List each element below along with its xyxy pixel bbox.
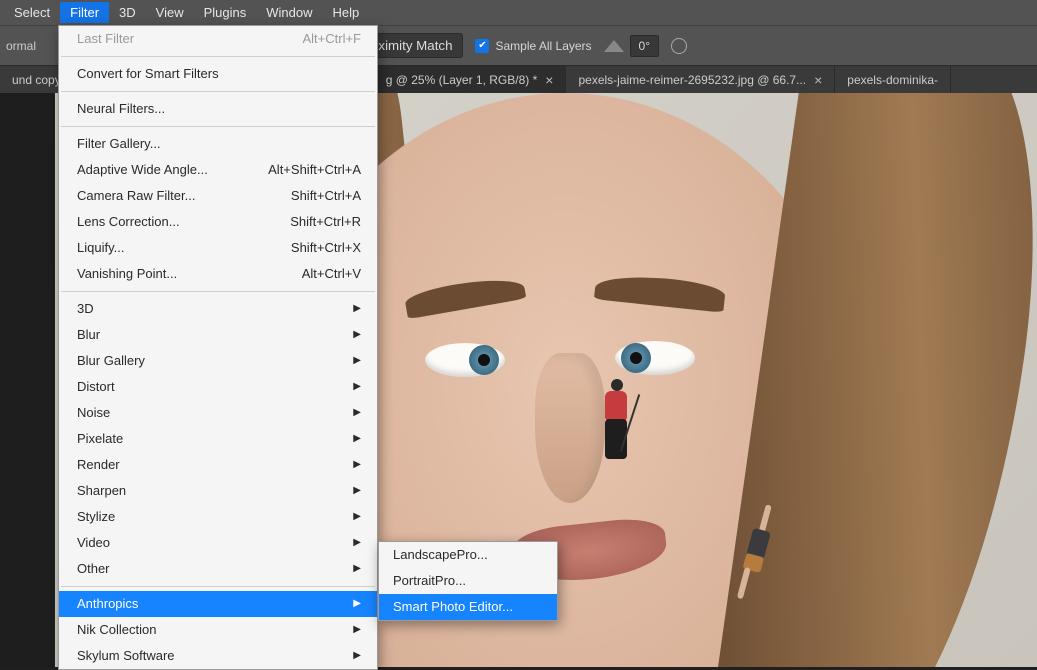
- angle-icon: [604, 40, 624, 52]
- tab-label: g @ 25% (Layer 1, RGB/8) *: [386, 73, 538, 87]
- sample-all-label: Sample All Layers: [495, 39, 591, 53]
- filter-menu: Last FilterAlt+Ctrl+F Convert for Smart …: [58, 25, 378, 670]
- chevron-right-icon: ▶: [353, 534, 361, 552]
- menu-item-stylize[interactable]: Stylize▶: [59, 504, 377, 530]
- submenu-item-landscapepro[interactable]: LandscapePro...: [379, 542, 557, 568]
- chevron-right-icon: ▶: [353, 508, 361, 526]
- chevron-right-icon: ▶: [353, 300, 361, 318]
- chevron-right-icon: ▶: [353, 404, 361, 422]
- menu-select[interactable]: Select: [4, 2, 60, 23]
- chevron-right-icon: ▶: [353, 647, 361, 665]
- anthropics-submenu: LandscapePro... PortraitPro... Smart Pho…: [378, 541, 558, 621]
- tab-3[interactable]: pexels-dominika-: [835, 66, 951, 93]
- chevron-right-icon: ▶: [353, 482, 361, 500]
- chevron-right-icon: ▶: [353, 430, 361, 448]
- check-icon: ✔: [475, 39, 489, 53]
- tab-2[interactable]: pexels-jaime-reimer-2695232.jpg @ 66.7..…: [566, 66, 835, 93]
- menu-item-vanishing-point[interactable]: Vanishing Point...Alt+Ctrl+V: [59, 261, 377, 287]
- submenu-item-smart-photo-editor[interactable]: Smart Photo Editor...: [379, 594, 557, 620]
- sample-all-layers-checkbox[interactable]: ✔ Sample All Layers: [475, 39, 591, 53]
- chevron-right-icon: ▶: [353, 595, 361, 613]
- tab-1[interactable]: g @ 25% (Layer 1, RGB/8) * ×: [374, 66, 567, 93]
- pressure-icon[interactable]: [671, 38, 687, 54]
- angle-value: 0°: [630, 35, 659, 57]
- menu-help[interactable]: Help: [323, 2, 370, 23]
- chevron-right-icon: ▶: [353, 378, 361, 396]
- close-icon[interactable]: ×: [814, 72, 822, 88]
- chevron-right-icon: ▶: [353, 352, 361, 370]
- menu-item-distort[interactable]: Distort▶: [59, 374, 377, 400]
- menu-3d[interactable]: 3D: [109, 2, 146, 23]
- menu-item-adaptive-wide-angle[interactable]: Adaptive Wide Angle...Alt+Shift+Ctrl+A: [59, 157, 377, 183]
- menu-item-camera-raw[interactable]: Camera Raw Filter...Shift+Ctrl+A: [59, 183, 377, 209]
- close-icon[interactable]: ×: [545, 72, 553, 88]
- menubar: Select Filter 3D View Plugins Window Hel…: [0, 0, 1037, 25]
- chevron-right-icon: ▶: [353, 621, 361, 639]
- menu-view[interactable]: View: [146, 2, 194, 23]
- menu-filter[interactable]: Filter: [60, 2, 109, 23]
- menu-window[interactable]: Window: [256, 2, 322, 23]
- menu-item-sharpen[interactable]: Sharpen▶: [59, 478, 377, 504]
- figure-climber-1: [595, 373, 637, 463]
- angle-control[interactable]: 0°: [604, 35, 659, 57]
- menu-item-noise[interactable]: Noise▶: [59, 400, 377, 426]
- tab-label: pexels-jaime-reimer-2695232.jpg @ 66.7..…: [578, 73, 806, 87]
- menu-item-other[interactable]: Other▶: [59, 556, 377, 582]
- menu-item-3d[interactable]: 3D▶: [59, 296, 377, 322]
- menu-item-video[interactable]: Video▶: [59, 530, 377, 556]
- menu-item-neural-filters[interactable]: Neural Filters...: [59, 96, 377, 122]
- menu-plugins[interactable]: Plugins: [194, 2, 257, 23]
- menu-item-nik-collection[interactable]: Nik Collection▶: [59, 617, 377, 643]
- tab-label: und copy: [12, 73, 61, 87]
- chevron-right-icon: ▶: [353, 560, 361, 578]
- menu-item-lens-correction[interactable]: Lens Correction...Shift+Ctrl+R: [59, 209, 377, 235]
- menu-item-last-filter[interactable]: Last FilterAlt+Ctrl+F: [59, 26, 377, 52]
- menu-item-anthropics[interactable]: Anthropics▶: [59, 591, 377, 617]
- submenu-item-portraitpro[interactable]: PortraitPro...: [379, 568, 557, 594]
- menu-item-skylum[interactable]: Skylum Software▶: [59, 643, 377, 669]
- menu-item-filter-gallery[interactable]: Filter Gallery...: [59, 131, 377, 157]
- menu-item-blur[interactable]: Blur▶: [59, 322, 377, 348]
- menu-item-convert-smart[interactable]: Convert for Smart Filters: [59, 61, 377, 87]
- chevron-right-icon: ▶: [353, 326, 361, 344]
- chevron-right-icon: ▶: [353, 456, 361, 474]
- menu-item-pixelate[interactable]: Pixelate▶: [59, 426, 377, 452]
- menu-item-liquify[interactable]: Liquify...Shift+Ctrl+X: [59, 235, 377, 261]
- tab-label: pexels-dominika-: [847, 73, 938, 87]
- menu-item-render[interactable]: Render▶: [59, 452, 377, 478]
- menu-item-blur-gallery[interactable]: Blur Gallery▶: [59, 348, 377, 374]
- mode-label: ormal: [6, 39, 36, 53]
